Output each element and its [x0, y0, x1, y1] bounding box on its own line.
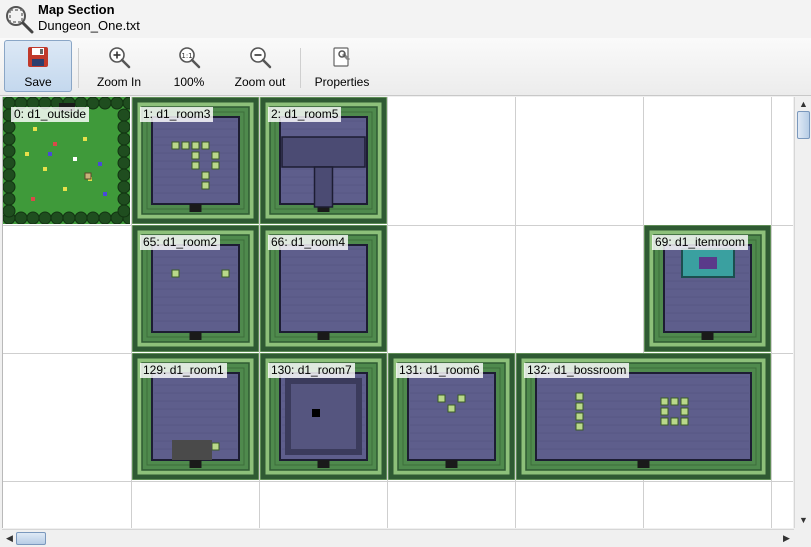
zoom-reset-label: 100% [173, 75, 205, 89]
zoom-in-button[interactable]: Zoom In [88, 40, 150, 92]
properties-wrench-icon [333, 47, 350, 67]
zoom-in-icon [109, 47, 131, 69]
magnifier-map-icon [6, 6, 34, 34]
svg-text:1:1: 1:1 [181, 52, 192, 60]
map-room-tile[interactable]: 1: d1_room3 [132, 97, 259, 224]
toolbar: Save Zoom In 1:1 100% Zoom out Propertie… [0, 38, 811, 96]
room-label: 129: d1_room1 [140, 363, 227, 378]
room-label: 69: d1_itemroom [652, 235, 749, 250]
window-titlebar: Map Section Dungeon_One.txt [0, 0, 811, 38]
room-label: 132: d1_bossroom [524, 363, 630, 378]
zoom-reset-button[interactable]: 1:1 100% [160, 40, 218, 92]
zoom-out-button[interactable]: Zoom out [226, 40, 294, 92]
room-label: 65: d1_room2 [140, 235, 221, 250]
room-label: 66: d1_room4 [268, 235, 349, 250]
map-room-tile[interactable]: 132: d1_bossroom [516, 353, 771, 480]
scroll-right-arrow-icon[interactable]: ▶ [780, 532, 793, 545]
scroll-up-arrow-icon[interactable]: ▲ [797, 98, 810, 111]
map-room-tile[interactable]: 129: d1_room1 [132, 353, 259, 480]
map-room-tile[interactable]: 2: d1_room5 [260, 97, 387, 224]
map-room-tile[interactable]: 66: d1_room4 [260, 225, 387, 352]
room-label: 2: d1_room5 [268, 107, 342, 122]
room-label: 1: d1_room3 [140, 107, 214, 122]
zoom-reset-icon: 1:1 [179, 47, 201, 69]
window-title: Map Section [38, 2, 115, 17]
zoom-in-label: Zoom In [96, 75, 141, 89]
room-label: 0: d1_outside [11, 107, 90, 122]
map-room-tile[interactable]: 131: d1_room6 [388, 353, 515, 480]
toolbar-separator [78, 48, 79, 88]
save-button[interactable]: Save [4, 40, 72, 92]
toolbar-separator [300, 48, 301, 88]
horizontal-scroll-thumb[interactable] [16, 532, 46, 545]
room-label: 130: d1_room7 [268, 363, 355, 378]
map-room-tile[interactable]: 69: d1_itemroom [644, 225, 771, 352]
grid-line [771, 97, 772, 528]
scrollbar-corner [794, 529, 811, 547]
save-button-label: Save [24, 75, 52, 89]
floppy-disk-icon [28, 47, 48, 67]
window-subtitle: Dungeon_One.txt [38, 18, 140, 33]
zoom-out-icon [250, 47, 272, 69]
map-room-tile[interactable]: 65: d1_room2 [132, 225, 259, 352]
map-room-tile[interactable]: 130: d1_room7 [260, 353, 387, 480]
horizontal-scrollbar[interactable]: ◀ ▶ [2, 529, 794, 546]
scroll-down-arrow-icon[interactable]: ▼ [797, 514, 810, 527]
grid-line [3, 481, 793, 482]
map-canvas[interactable]: 0: d1_outside 1: d1_room3 2: d1_room5 65: d… [2, 97, 793, 528]
vertical-scroll-thumb[interactable] [797, 111, 810, 139]
room-label: 131: d1_room6 [396, 363, 483, 378]
properties-label: Properties [314, 75, 370, 89]
map-room-tile[interactable]: 0: d1_outside [3, 97, 130, 224]
scroll-left-arrow-icon[interactable]: ◀ [3, 532, 16, 545]
vertical-scrollbar[interactable]: ▲ ▼ [794, 97, 811, 528]
properties-button[interactable]: Properties [306, 40, 378, 92]
zoom-out-label: Zoom out [234, 75, 286, 89]
